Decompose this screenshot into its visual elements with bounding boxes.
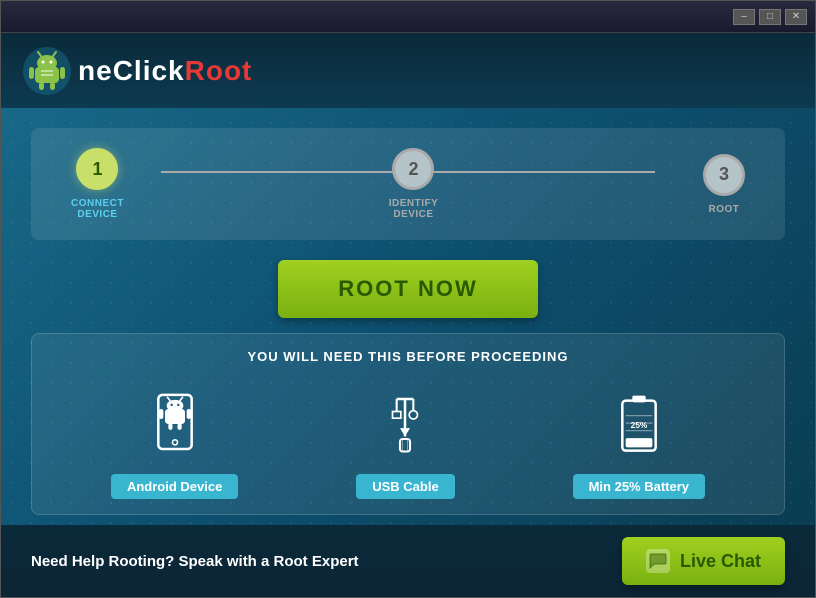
svg-text:25%: 25% (630, 420, 647, 430)
prereq-usb-cable: USB Cable (356, 384, 454, 499)
logo: neClickRoot (21, 45, 252, 97)
usb-cable-icon (370, 384, 440, 464)
step-1-number: 1 (92, 159, 102, 180)
window-controls: – □ ✕ (733, 9, 807, 25)
step-2-number: 2 (408, 159, 418, 180)
main-content: neClickRoot 1 CONNECTDEVICE 2 IDENTIFYDE… (1, 33, 815, 525)
prereq-android-device: Android Device (111, 384, 238, 499)
step-1: 1 CONNECTDEVICE (71, 148, 124, 220)
steps-container: 1 CONNECTDEVICE 2 IDENTIFYDEVICE 3 ROOT (31, 128, 785, 240)
step-2: 2 IDENTIFYDEVICE (389, 148, 439, 220)
usb-cable-label: USB Cable (356, 474, 454, 499)
step-2-circle: 2 (392, 148, 434, 190)
android-logo-icon (21, 45, 73, 97)
live-chat-button[interactable]: Live Chat (622, 537, 785, 585)
prereq-battery: 25% Min 25% Battery (573, 384, 705, 499)
root-now-button[interactable]: ROOT NOW (278, 260, 537, 318)
title-bar: – □ ✕ (1, 1, 815, 33)
help-text: Need Help Rooting? Speak with a Root Exp… (31, 553, 359, 570)
prereq-title: YOU WILL NEED THIS BEFORE PROCEEDING (52, 349, 764, 364)
step-3: 3 ROOT (703, 154, 745, 215)
maximize-button[interactable]: □ (759, 9, 781, 25)
step-3-circle: 3 (703, 154, 745, 196)
bottom-bar: Need Help Rooting? Speak with a Root Exp… (1, 525, 815, 597)
app-window: – □ ✕ (0, 0, 816, 598)
step-3-number: 3 (719, 164, 729, 185)
prereq-items: Android Device (52, 384, 764, 499)
close-button[interactable]: ✕ (785, 9, 807, 25)
step-1-label: CONNECTDEVICE (71, 198, 124, 220)
step-2-label: IDENTIFYDEVICE (389, 198, 439, 220)
step-3-label: ROOT (709, 204, 740, 215)
step-1-circle: 1 (76, 148, 118, 190)
chat-bubble-icon (646, 549, 670, 573)
logo-text: neClickRoot (78, 55, 252, 87)
minimize-button[interactable]: – (733, 9, 755, 25)
battery-icon: 25% (604, 384, 674, 464)
android-device-icon (140, 384, 210, 464)
battery-label: Min 25% Battery (573, 474, 705, 499)
live-chat-label: Live Chat (680, 551, 761, 572)
header: neClickRoot (1, 33, 815, 108)
android-device-label: Android Device (111, 474, 238, 499)
prerequisites-box: YOU WILL NEED THIS BEFORE PROCEEDING (31, 333, 785, 515)
